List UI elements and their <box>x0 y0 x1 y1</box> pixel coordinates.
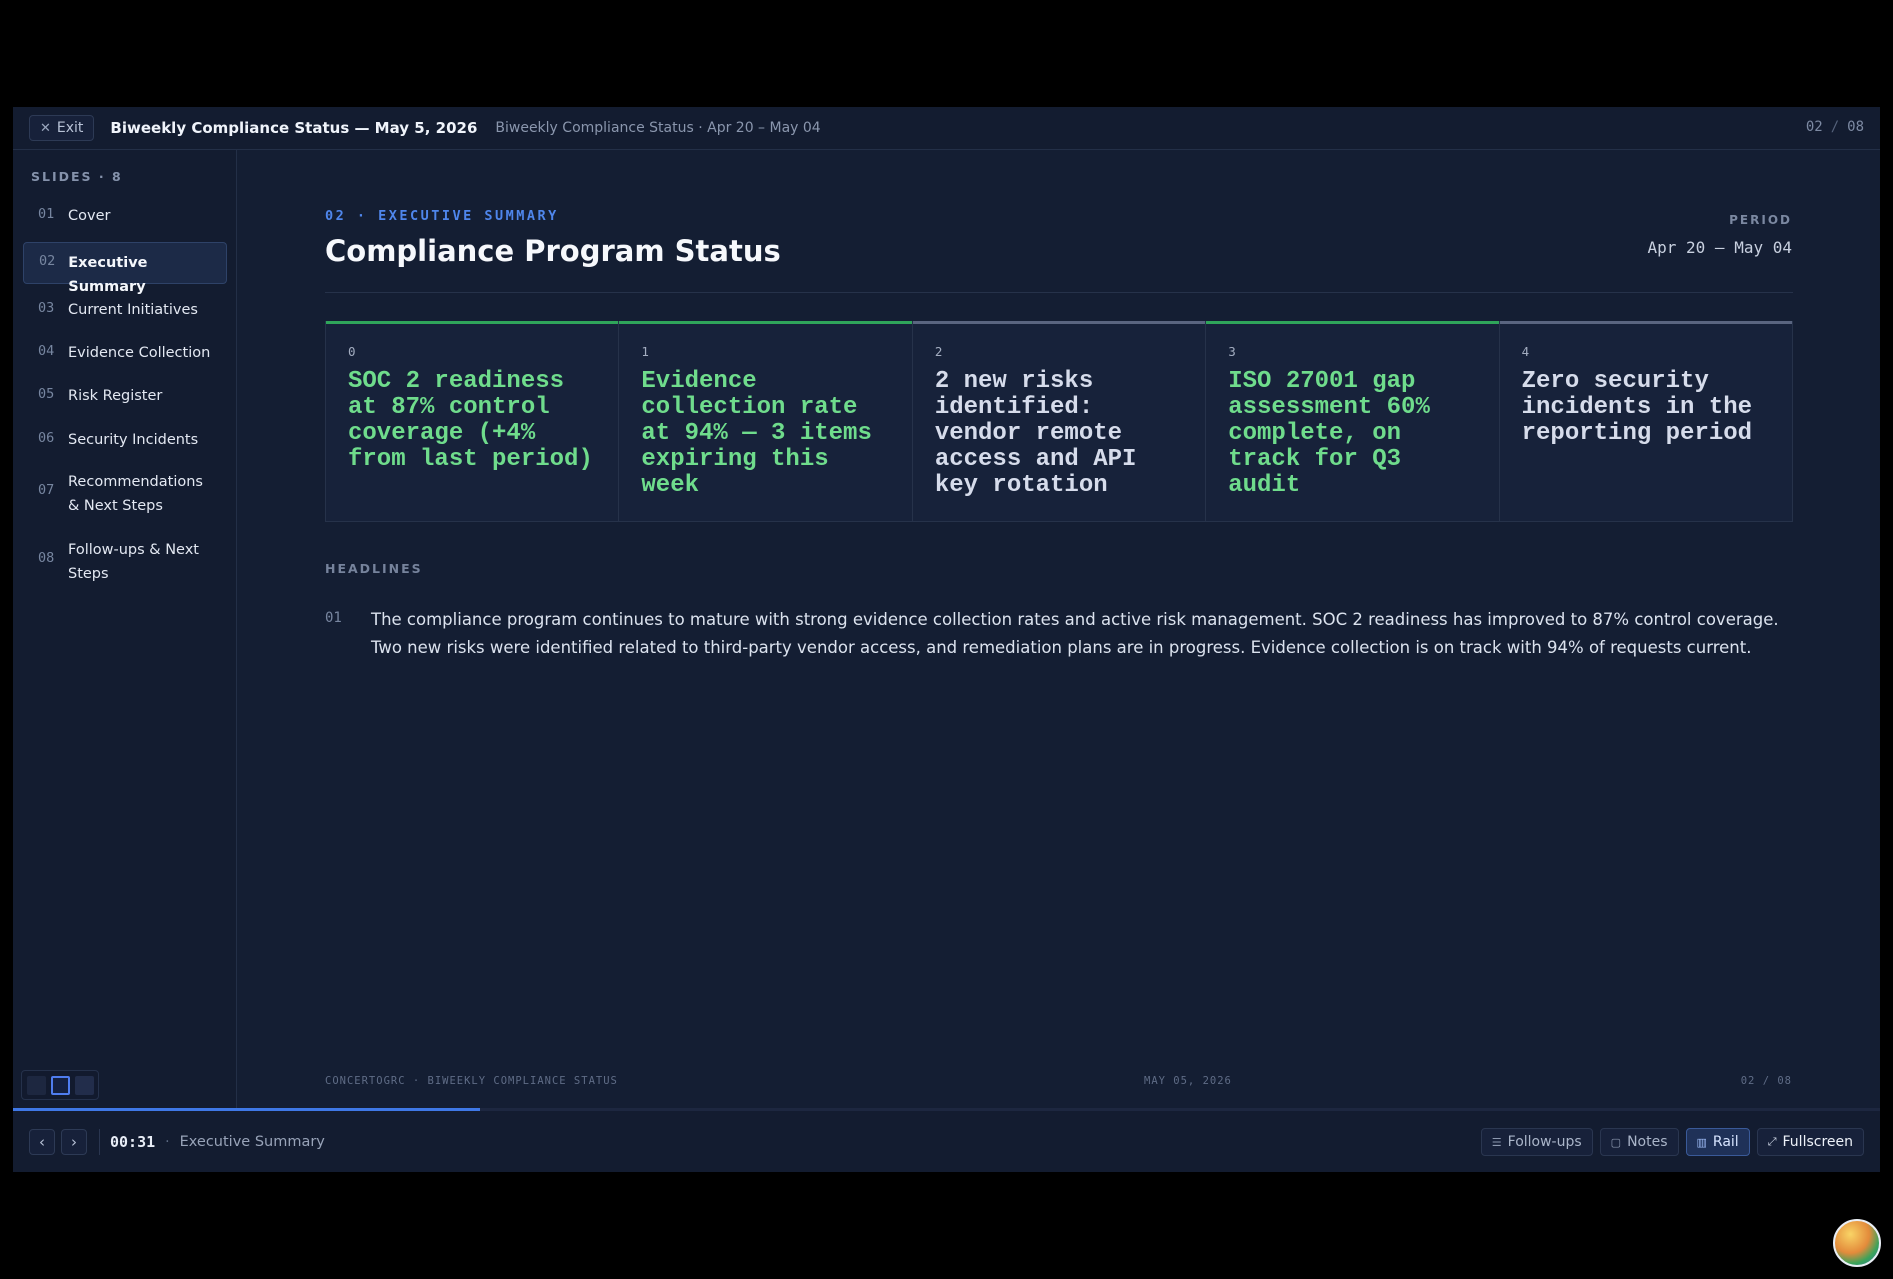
slide-footer-brand: CONCERTOGRC · BIWEEKLY COMPLIANCE STATUS <box>325 1075 618 1087</box>
toolbar-divider <box>99 1128 100 1155</box>
next-slide-button[interactable]: › <box>61 1128 87 1155</box>
slide-label: Follow-ups & Next Steps <box>68 542 199 582</box>
card-accent-line <box>619 321 912 324</box>
sidebar-item-executive-summary[interactable]: 02 Executive Summary <box>23 242 227 295</box>
title-divider <box>325 292 1793 293</box>
summary-card: 0 SOC 2 readiness at 87% control coverag… <box>326 321 620 521</box>
slide-eyebrow: 02 · EXECUTIVE SUMMARY <box>325 208 559 224</box>
headline-number: 01 <box>325 610 342 626</box>
slides-sidebar: SLIDES · 8 01 Cover 02 Executive Summary… <box>13 150 237 1108</box>
card-accent-line <box>1206 321 1499 324</box>
slide-title: Compliance Program Status <box>325 234 781 268</box>
rail-button[interactable]: ▥ Rail <box>1685 1128 1750 1156</box>
slide-counter: 02 / 08 <box>1806 119 1864 135</box>
summary-card: 4 Zero security incidents in the reporti… <box>1499 321 1793 521</box>
summary-cards: 0 SOC 2 readiness at 87% control coverag… <box>325 321 1793 522</box>
slide-number: 07 <box>38 482 55 498</box>
summary-card: 2 2 new risks identified: vendor remote … <box>912 321 1207 521</box>
current-slide-title: Executive Summary <box>179 1133 325 1150</box>
slide-label: Evidence Collection <box>68 345 211 361</box>
slide-label: Cover <box>68 208 111 224</box>
slide-number: 06 <box>38 430 55 446</box>
card-text: Zero security incidents in the reporting… <box>1521 368 1753 447</box>
presentation-timer: 00:31 <box>110 1132 156 1151</box>
chevron-right-icon: › <box>71 1132 77 1151</box>
view-compact-icon[interactable] <box>26 1075 46 1095</box>
sidebar-item-recommendations[interactable]: 07 Recommendations & Next Steps <box>23 466 227 522</box>
period-value: Apr 20 – May 04 <box>1647 238 1793 257</box>
summary-card: 3 ISO 27001 gap assessment 60% complete,… <box>1206 321 1500 521</box>
sidebar-item-follow-ups[interactable]: 08 Follow-ups & Next Steps <box>23 534 227 590</box>
card-index: 1 <box>641 344 649 359</box>
fullscreen-label: Fullscreen <box>1782 1134 1853 1150</box>
document-subtitle: Biweekly Compliance Status · Apr 20 – Ma… <box>495 120 821 136</box>
card-index: 4 <box>1521 344 1530 359</box>
headlines-label: HEADLINES <box>325 561 423 576</box>
view-default-icon[interactable] <box>50 1075 70 1095</box>
slide-label: Current Initiatives <box>68 302 198 318</box>
exit-label: Exit <box>56 120 84 136</box>
card-accent-line <box>912 321 1206 324</box>
chevron-left-icon: ‹ <box>39 1132 45 1151</box>
note-icon: ▢ <box>1610 1135 1622 1149</box>
sidebar-item-current-initiatives[interactable]: 03 Current Initiatives <box>23 294 227 326</box>
slide-label: Executive Summary <box>68 255 148 295</box>
sidebar-item-evidence-collection[interactable]: 04 Evidence Collection <box>23 337 227 369</box>
close-icon: ✕ <box>40 120 51 136</box>
card-text: ISO 27001 gap assessment 60% complete, o… <box>1228 368 1430 499</box>
view-mode-toggle[interactable] <box>21 1070 99 1100</box>
separator-dot: · <box>165 1133 170 1150</box>
bottom-bar: ‹ › 00:31 · Executive Summary ☰ Follow-u… <box>13 1111 1880 1172</box>
sidebar-item-security-incidents[interactable]: 06 Security Incidents <box>23 424 227 456</box>
headline-text: The compliance program continues to matu… <box>371 610 1779 657</box>
slide-label: Recommendations & Next Steps <box>68 474 203 514</box>
previous-slide-button[interactable]: ‹ <box>29 1128 55 1155</box>
slide-number: 03 <box>38 300 55 316</box>
card-index: 3 <box>1228 344 1236 359</box>
view-wide-icon[interactable] <box>74 1075 94 1095</box>
toolbar-actions: ☰ Follow-ups ▢ Notes ▥ Rail ⤢ Fullscreen <box>1480 1128 1864 1156</box>
fullscreen-button[interactable]: ⤢ Fullscreen <box>1756 1128 1864 1156</box>
notes-button[interactable]: ▢ Notes <box>1599 1128 1679 1156</box>
card-accent-line <box>326 321 619 324</box>
card-index: 2 <box>934 344 943 359</box>
counter-current: 02 <box>1805 119 1823 135</box>
presentation-app: ✕ Exit Biweekly Compliance Status — May … <box>13 107 1880 1172</box>
slide-label: Security Incidents <box>68 432 199 448</box>
rail-label: Rail <box>1712 1134 1739 1150</box>
notes-label: Notes <box>1627 1134 1668 1150</box>
slide-footer-page: 02 / 08 <box>1740 1075 1792 1087</box>
slide-footer-date: MAY 05, 2026 <box>1144 1075 1232 1087</box>
slide-canvas: 02 · EXECUTIVE SUMMARY Compliance Progra… <box>238 150 1880 1108</box>
card-index: 0 <box>348 344 356 359</box>
slide-number: 02 <box>39 253 56 269</box>
sidebar-item-risk-register[interactable]: 05 Risk Register <box>23 380 227 412</box>
slide-number: 08 <box>38 550 55 566</box>
avatar[interactable] <box>1833 1219 1881 1267</box>
follow-ups-label: Follow-ups <box>1507 1134 1582 1150</box>
slides-heading: SLIDES · 8 <box>31 169 123 184</box>
period-label: PERIOD <box>1729 213 1792 227</box>
counter-separator: / <box>1830 119 1840 135</box>
top-bar: ✕ Exit Biweekly Compliance Status — May … <box>13 107 1880 150</box>
exit-button[interactable]: ✕ Exit <box>29 115 95 141</box>
sidebar-item-cover[interactable]: 01 Cover <box>23 200 227 232</box>
summary-card: 1 Evidence collection rate at 94% — 3 it… <box>619 321 913 521</box>
checklist-icon: ☰ <box>1491 1135 1502 1149</box>
card-text: 2 new risks identified: vendor remote ac… <box>934 368 1137 499</box>
slide-number: 04 <box>38 343 55 359</box>
expand-icon: ⤢ <box>1767 1135 1777 1148</box>
slide-number: 05 <box>38 386 55 402</box>
follow-ups-button[interactable]: ☰ Follow-ups <box>1480 1128 1593 1156</box>
card-accent-line <box>1499 321 1793 324</box>
slide-label: Risk Register <box>68 388 163 404</box>
counter-total: 08 <box>1847 119 1864 135</box>
card-text: SOC 2 readiness at 87% control coverage … <box>348 368 593 473</box>
card-text: Evidence collection rate at 94% — 3 item… <box>641 368 872 499</box>
document-title: Biweekly Compliance Status — May 5, 2026 <box>110 119 478 137</box>
rail-icon: ▥ <box>1696 1135 1707 1149</box>
slide-number: 01 <box>38 206 55 222</box>
